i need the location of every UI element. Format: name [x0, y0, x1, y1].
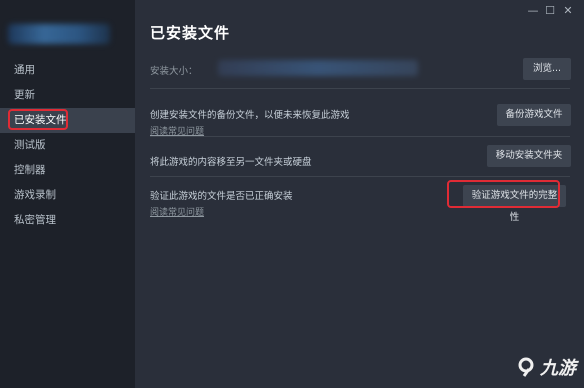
install-size-row: 安装大小： 浏览...	[150, 58, 571, 80]
sidebar-item-label: 控制器	[14, 164, 46, 176]
sidebar-item-privacy[interactable]: 私密管理	[0, 208, 135, 233]
sidebar-item-installed-files[interactable]: 已安装文件	[0, 108, 135, 133]
sidebar-item-label: 游戏录制	[14, 189, 56, 201]
backup-description: 创建安装文件的备份文件，以便未来恢复此游戏	[150, 110, 350, 121]
sidebar: 通用 更新 已安装文件 测试版 控制器 游戏录制 私密管理	[0, 0, 135, 388]
blurred-install-path	[218, 60, 418, 76]
watermark: 九游	[517, 354, 576, 380]
sidebar-item-updates[interactable]: 更新	[0, 83, 135, 108]
browse-button[interactable]: 浏览...	[523, 58, 571, 80]
move-install-folder-button[interactable]: 移动安装文件夹	[487, 145, 571, 167]
divider	[150, 136, 570, 137]
page-title: 已安装文件	[150, 24, 231, 42]
sidebar-item-controller[interactable]: 控制器	[0, 158, 135, 183]
verify-row: 验证此游戏的文件是否已正确安装 阅读常见问题 验证游戏文件的完整性	[150, 180, 570, 223]
jiuyou-logo-icon	[518, 357, 534, 377]
verify-description: 验证此游戏的文件是否已正确安装	[150, 191, 293, 202]
sidebar-item-label: 更新	[14, 89, 35, 101]
main-panel: 已安装文件 安装大小： 浏览... 创建安装文件的备份文件，以便未来恢复此游戏 …	[135, 0, 584, 388]
sidebar-item-label: 通用	[14, 64, 35, 76]
sidebar-nav: 通用 更新 已安装文件 测试版 控制器 游戏录制 私密管理	[0, 58, 135, 233]
sidebar-item-label: 私密管理	[14, 214, 56, 226]
sidebar-item-game-recording[interactable]: 游戏录制	[0, 183, 135, 208]
divider	[150, 88, 570, 89]
sidebar-item-betas[interactable]: 测试版	[0, 133, 135, 158]
sidebar-item-label: 已安装文件	[14, 114, 67, 126]
backup-game-files-button[interactable]: 备份游戏文件	[497, 104, 571, 126]
move-row: 将此游戏的内容移至另一文件夹或硬盘 移动安装文件夹	[150, 145, 571, 171]
move-description: 将此游戏的内容移至另一文件夹或硬盘	[150, 157, 312, 168]
backup-row: 创建安装文件的备份文件，以便未来恢复此游戏 阅读常见问题 备份游戏文件	[150, 103, 571, 137]
blurred-game-name	[8, 24, 110, 44]
sidebar-item-label: 测试版	[14, 139, 46, 151]
install-size-label: 安装大小：	[150, 66, 198, 77]
sidebar-item-general[interactable]: 通用	[0, 58, 135, 83]
red-highlight-box	[447, 180, 560, 208]
watermark-text: 九游	[540, 358, 576, 379]
divider	[150, 176, 570, 177]
